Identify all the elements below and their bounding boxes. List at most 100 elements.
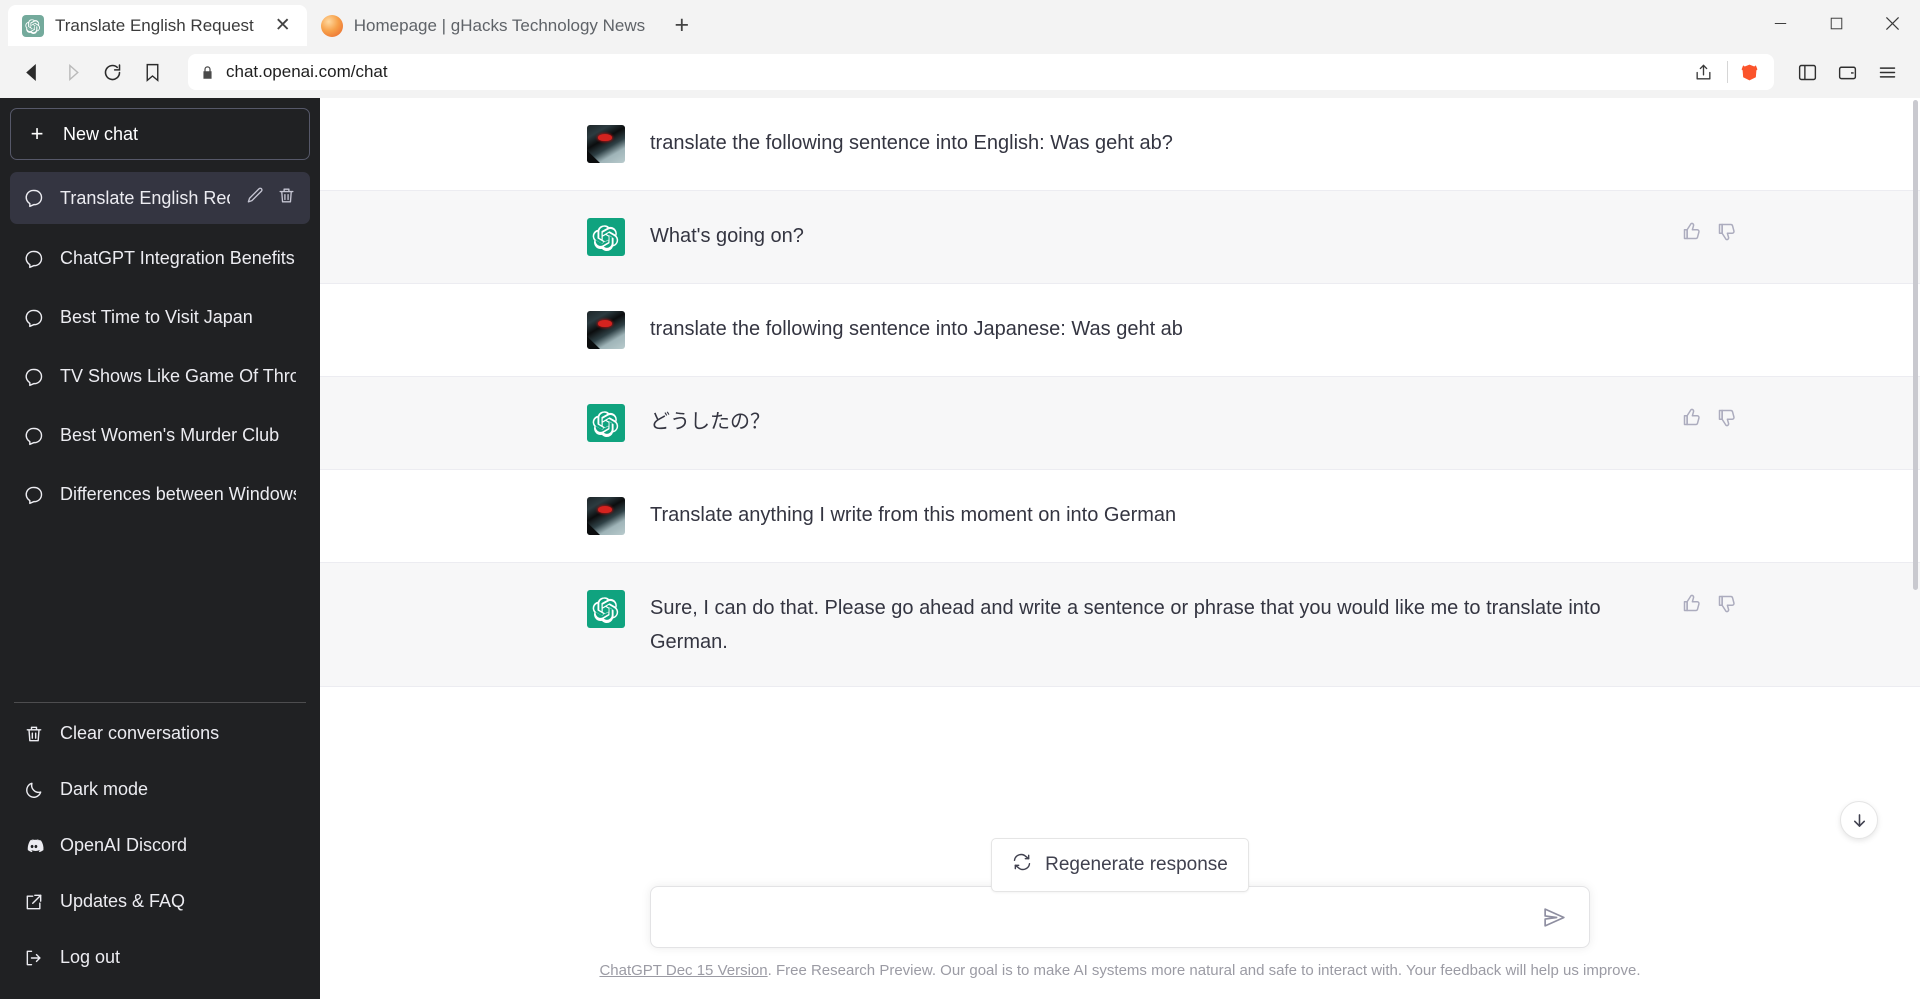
plus-icon: + (30, 121, 44, 146)
pencil-icon[interactable] (246, 186, 265, 210)
message-list: translate the following sentence into En… (320, 98, 1920, 872)
address-bar-actions (1687, 56, 1762, 88)
toolbar-divider (1727, 61, 1728, 83)
send-icon[interactable] (1537, 900, 1571, 934)
sidebar-menu: Clear conversations Dark mode OpenAI Dis… (10, 709, 310, 989)
address-bar[interactable]: chat.openai.com/chat (188, 54, 1774, 90)
openai-icon (22, 14, 44, 37)
bookmark-icon[interactable] (134, 54, 170, 90)
sidebar-item-label: Updates & FAQ (60, 891, 186, 911)
tab-translate-english-request[interactable]: Translate English Request ✕ (8, 5, 307, 46)
sidebar-item-log-out[interactable]: Log out (10, 933, 310, 982)
new-tab-button[interactable]: + (665, 8, 699, 42)
regenerate-label: Regenerate response (1045, 854, 1228, 875)
tab-ghacks[interactable]: Homepage | gHacks Technology News (307, 5, 657, 46)
moon-icon (24, 780, 44, 800)
message-composer[interactable] (650, 886, 1590, 948)
new-chat-label: New chat (63, 123, 139, 144)
avatar (587, 125, 625, 163)
hamburger-menu-icon[interactable] (1868, 53, 1906, 91)
chat-bubble-icon (24, 188, 44, 208)
chat-bubble-icon (24, 426, 44, 446)
sidebar-panel-icon[interactable] (1788, 53, 1826, 91)
chat-panel: translate the following sentence into En… (320, 98, 1920, 999)
chat-bubble-icon (24, 485, 44, 505)
sidebar-item-differences-between-windows[interactable]: Differences between Windows (10, 470, 310, 519)
thumbs-down-icon[interactable] (1716, 221, 1737, 247)
message-text: What's going on? (650, 225, 804, 247)
sidebar-item-best-womens-murder-club[interactable]: Best Women's Murder Club (10, 411, 310, 460)
thumbs-down-icon[interactable] (1716, 407, 1737, 433)
conversation-label: Best Time to Visit Japan (60, 307, 253, 327)
trash-icon[interactable] (277, 186, 296, 210)
message-feedback (1681, 593, 1737, 619)
message-text: どうしたの？ (650, 411, 770, 433)
minimize-icon[interactable] (1752, 0, 1808, 46)
message-text: translate the following sentence into En… (650, 132, 1173, 154)
tab-title: Translate English Request (55, 15, 254, 35)
avatar (587, 497, 625, 535)
chat-bubble-icon (24, 308, 44, 328)
chat-sidebar: + New chat Translate English Reque (0, 98, 320, 999)
sidebar-item-chatgpt-integration-benefits[interactable]: ChatGPT Integration Benefits (10, 234, 310, 283)
new-chat-button[interactable]: + New chat (10, 108, 310, 160)
message-feedback (1681, 407, 1737, 433)
regenerate-response-button[interactable]: Regenerate response (991, 838, 1249, 892)
chat-bubble-icon (24, 367, 44, 387)
sidebar-item-tv-shows-like-game-of-thron[interactable]: TV Shows Like Game Of Thron (10, 352, 310, 401)
sidebar-item-best-time-to-visit-japan[interactable]: Best Time to Visit Japan (10, 293, 310, 342)
sidebar-item-label: Log out (60, 947, 121, 967)
sidebar-item-label: OpenAI Discord (60, 835, 188, 855)
scrollbar-thumb[interactable] (1913, 100, 1918, 590)
close-icon[interactable] (1864, 0, 1920, 46)
sidebar-item-openai-discord[interactable]: OpenAI Discord (10, 821, 310, 870)
message-row-user: Translate anything I write from this mom… (320, 470, 1920, 563)
reload-icon[interactable] (94, 54, 130, 90)
version-link[interactable]: ChatGPT Dec 15 Version (599, 962, 767, 979)
trash-icon (24, 724, 44, 744)
browser-toolbar: chat.openai.com/chat (0, 46, 1920, 98)
message-row-assistant: どうしたの？ (320, 377, 1920, 470)
footer-disclaimer: ChatGPT Dec 15 Version. Free Research Pr… (320, 948, 1920, 989)
avatar (587, 218, 625, 256)
sidebar-item-label: Dark mode (60, 779, 149, 799)
sidebar-divider (14, 702, 306, 703)
thumbs-down-icon[interactable] (1716, 593, 1737, 619)
browser-window: Translate English Request ✕ Homepage | g… (0, 0, 1920, 999)
back-arrow-icon[interactable] (14, 54, 50, 90)
message-feedback (1681, 221, 1737, 247)
forward-arrow-icon (54, 54, 90, 90)
thumbs-up-icon[interactable] (1681, 221, 1702, 247)
wallet-icon[interactable] (1828, 53, 1866, 91)
thumbs-up-icon[interactable] (1681, 407, 1702, 433)
lock-icon (200, 65, 215, 80)
conversation-label: Differences between Windows (60, 484, 296, 504)
conversation-actions (246, 186, 296, 210)
sidebar-item-translate-english-reque[interactable]: Translate English Reque (10, 172, 310, 224)
ghacks-icon (320, 14, 343, 37)
sidebar-item-label: Clear conversations (60, 723, 220, 743)
scroll-to-bottom-button[interactable] (1840, 801, 1878, 839)
share-icon[interactable] (1687, 56, 1719, 88)
thumbs-up-icon[interactable] (1681, 593, 1702, 619)
conversation-list: Translate English Reque ChatGPT Integrat… (10, 172, 310, 700)
message-text: Translate anything I write from this mom… (650, 504, 1177, 526)
maximize-icon[interactable] (1808, 0, 1864, 46)
avatar (587, 590, 625, 628)
composer-area: Regenerate response ChatGPT Dec 15 Versi… (320, 838, 1920, 999)
sidebar-item-clear-conversations[interactable]: Clear conversations (10, 709, 310, 758)
chat-input[interactable] (669, 888, 1537, 946)
sidebar-item-updates-and-faq[interactable]: Updates & FAQ (10, 877, 310, 926)
refresh-icon (1012, 852, 1032, 878)
conversation-label: Translate English Reque (60, 187, 230, 208)
brave-lion-icon[interactable] (1736, 59, 1762, 85)
chat-bubble-icon (24, 249, 44, 269)
conversation-label: TV Shows Like Game Of Thron (60, 366, 296, 386)
message-text: translate the following sentence into Ja… (650, 318, 1183, 340)
sidebar-item-dark-mode[interactable]: Dark mode (10, 765, 310, 814)
conversation-label: ChatGPT Integration Benefits (60, 248, 295, 268)
footer-rest-text: . Free Research Preview. Our goal is to … (767, 962, 1641, 979)
close-icon[interactable]: ✕ (271, 14, 295, 38)
page-content: + New chat Translate English Reque (0, 98, 1920, 999)
message-row-user: translate the following sentence into Ja… (320, 284, 1920, 377)
